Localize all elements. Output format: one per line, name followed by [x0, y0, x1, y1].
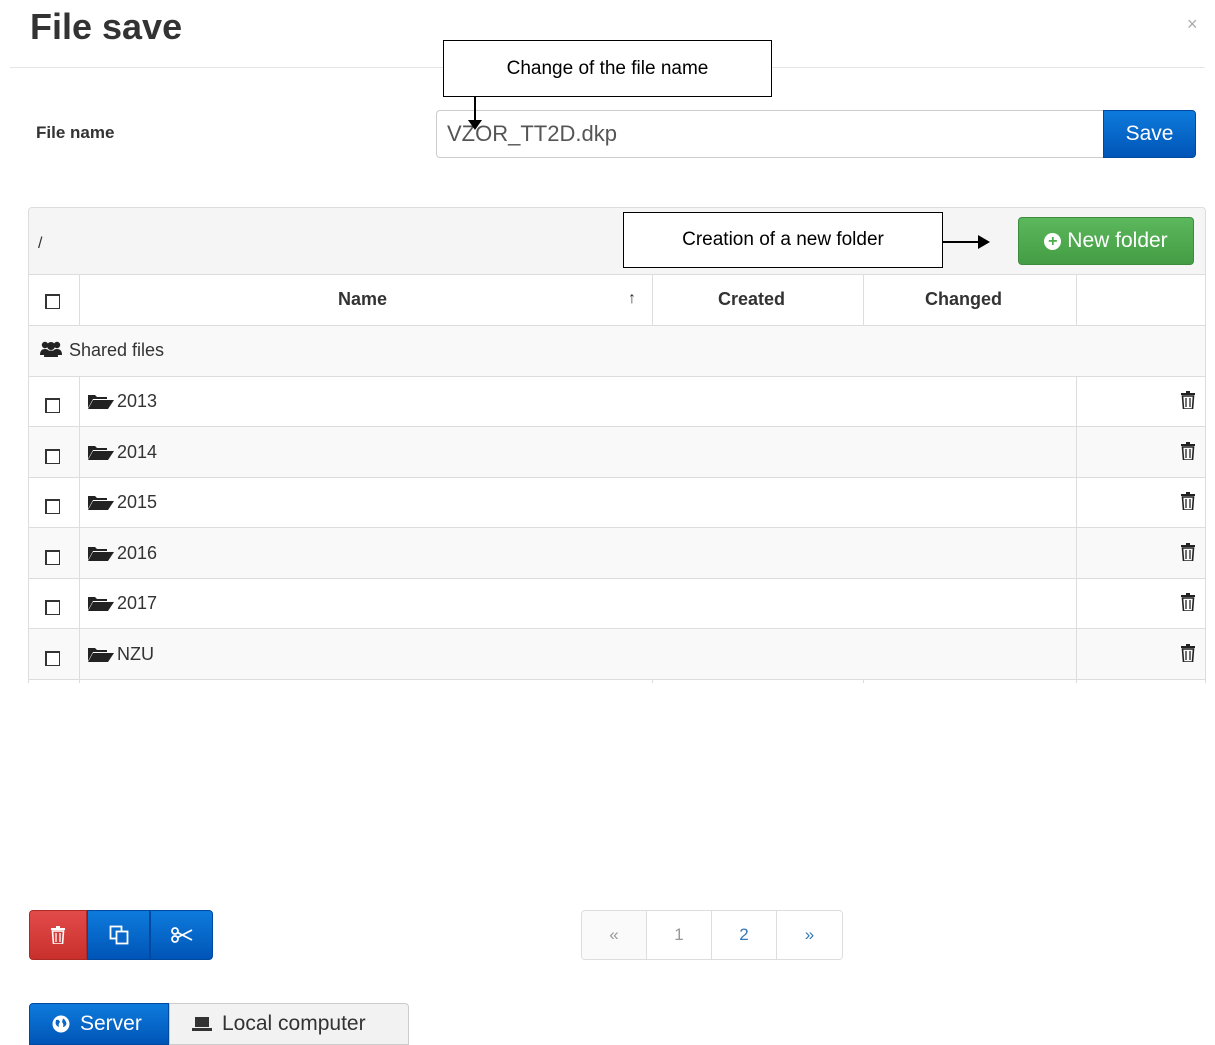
trash-icon: [51, 926, 65, 944]
folder-row[interactable]: 2016: [29, 528, 1205, 579]
folder-row[interactable]: 2014: [29, 427, 1205, 478]
trash-icon[interactable]: [1181, 593, 1195, 611]
folder-open-icon: [88, 446, 114, 460]
column-created[interactable]: Created: [718, 289, 785, 310]
copy-icon: [109, 925, 128, 945]
trash-icon[interactable]: [1181, 391, 1195, 409]
select-all-checkbox[interactable]: [45, 294, 60, 309]
folder-row[interactable]: 2013: [29, 376, 1205, 427]
folder-open-icon: [88, 648, 114, 662]
tab-server-label: Server: [80, 1012, 142, 1035]
sort-asc-icon[interactable]: ↑: [628, 290, 636, 308]
globe-icon: [52, 1015, 70, 1033]
laptop-icon: [192, 1017, 212, 1031]
close-icon[interactable]: ×: [1187, 14, 1198, 35]
copy-button[interactable]: [87, 910, 150, 960]
pagination: « 1 2 »: [581, 910, 843, 960]
page-prev[interactable]: «: [582, 911, 647, 959]
folder-open-icon: [88, 496, 114, 510]
file-browser: / + New folder Name ↑ Created Changed Sh…: [28, 207, 1206, 683]
tab-server[interactable]: Server: [29, 1003, 169, 1045]
save-button[interactable]: Save: [1103, 110, 1196, 158]
dialog-title: File save: [30, 6, 183, 47]
folder-name[interactable]: 2014: [117, 442, 157, 463]
users-icon: [40, 341, 62, 357]
file-name-input[interactable]: [436, 110, 1104, 158]
folder-row[interactable]: NZU: [29, 629, 1205, 680]
file-name-callout: Change of the file name: [443, 40, 772, 97]
column-changed[interactable]: Changed: [925, 289, 1002, 310]
source-tabs: Server Local computer: [29, 1003, 409, 1045]
shared-files-row[interactable]: Shared files: [29, 326, 1205, 377]
folder-checkbox[interactable]: [45, 499, 60, 514]
new-folder-callout: Creation of a new folder: [623, 212, 943, 268]
new-folder-label: New folder: [1067, 229, 1168, 252]
trash-icon[interactable]: [1181, 442, 1195, 460]
new-folder-callout-arrow: [942, 235, 990, 249]
table-header: Name ↑ Created Changed: [29, 275, 1205, 326]
folder-checkbox[interactable]: [45, 651, 60, 666]
folder-name[interactable]: 2015: [117, 492, 157, 513]
trash-icon[interactable]: [1181, 543, 1195, 561]
folder-open-icon: [88, 597, 114, 611]
folder-row[interactable]: 2015: [29, 477, 1205, 528]
tab-local-computer[interactable]: Local computer: [169, 1003, 409, 1045]
folder-checkbox[interactable]: [45, 550, 60, 565]
folder-checkbox[interactable]: [45, 398, 60, 413]
folder-open-icon: [88, 547, 114, 561]
trash-icon[interactable]: [1181, 492, 1195, 510]
breadcrumb-bar: / + New folder: [29, 208, 1205, 275]
folder-row[interactable]: 2017: [29, 578, 1205, 629]
folder-checkbox[interactable]: [45, 600, 60, 615]
trash-icon[interactable]: [1181, 644, 1195, 662]
folder-open-icon: [88, 395, 114, 409]
file-actions: [29, 910, 213, 960]
plus-circle-icon: +: [1044, 232, 1062, 250]
column-name[interactable]: Name: [338, 289, 387, 310]
folder-checkbox[interactable]: [45, 449, 60, 464]
folder-name[interactable]: NZU: [117, 644, 154, 665]
folder-name[interactable]: 2016: [117, 543, 157, 564]
page-next[interactable]: »: [777, 911, 842, 959]
folder-name[interactable]: 2017: [117, 593, 157, 614]
new-folder-button[interactable]: + New folder: [1018, 217, 1194, 265]
page-1[interactable]: 1: [647, 911, 712, 959]
file-name-label: File name: [36, 123, 115, 142]
shared-files-label: Shared files: [69, 340, 165, 360]
breadcrumb[interactable]: /: [38, 235, 42, 253]
cut-button[interactable]: [150, 910, 213, 960]
file-name-callout-arrow: [468, 96, 482, 130]
page-2[interactable]: 2: [712, 911, 777, 959]
delete-selected-button[interactable]: [29, 910, 87, 960]
tab-local-label: Local computer: [222, 1012, 366, 1035]
scissors-icon: [170, 927, 192, 943]
table-overflow: [29, 679, 1205, 683]
folder-name[interactable]: 2013: [117, 391, 157, 412]
